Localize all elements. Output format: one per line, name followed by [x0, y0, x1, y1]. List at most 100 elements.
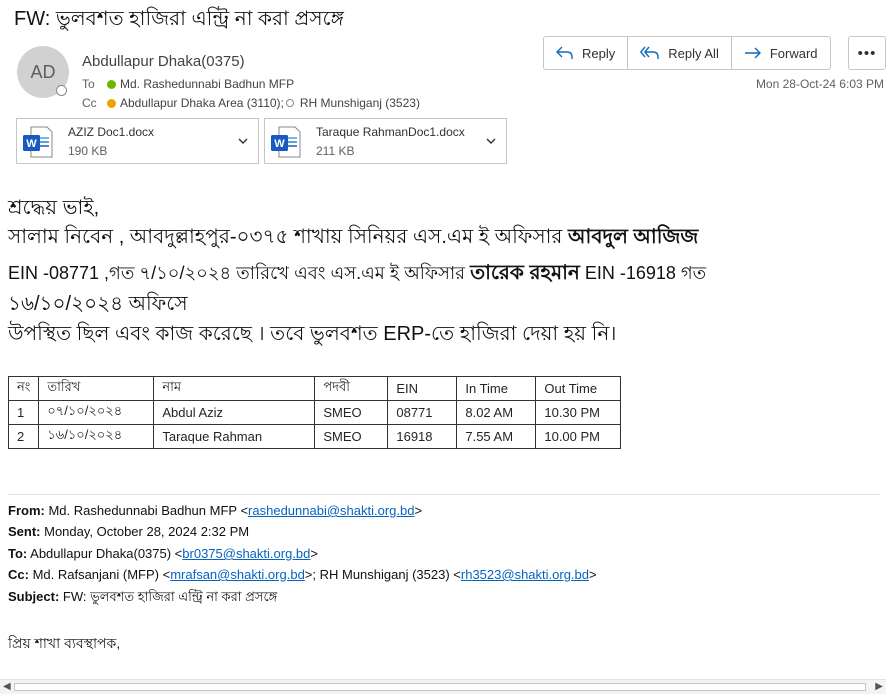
cc-name-2: >; RH Munshiganj (3523) <: [304, 567, 461, 582]
svg-text:W: W: [274, 138, 285, 150]
forward-separator: [8, 494, 880, 495]
avatar-initials: AD: [30, 61, 56, 82]
attendance-table: নং তারিখ নাম পদবী EIN In Time Out Time 1…: [7, 376, 622, 449]
body-line-2-ein: EIN -16918 গত: [579, 263, 707, 283]
table-header-row: নং তারিখ নাম পদবী EIN In Time Out Time: [7, 376, 622, 401]
reply-icon: [556, 46, 573, 59]
chevron-down-icon[interactable]: [237, 135, 249, 147]
from-email-link[interactable]: rashedunnabi@shakti.org.bd: [248, 503, 414, 518]
cc-email-link-2[interactable]: rh3523@shakti.org.bd: [461, 567, 589, 582]
column-header: In Time: [456, 376, 537, 401]
to-label: To: [82, 77, 95, 91]
cc-label-fwd: Cc:: [8, 567, 29, 582]
to-line: To Md. Rashedunnabi Badhun MFP: [82, 77, 294, 91]
table-cell: 08771: [387, 400, 458, 425]
forward-button[interactable]: Forward: [732, 37, 830, 69]
sent-label: Sent:: [8, 524, 41, 539]
column-header: EIN: [387, 376, 458, 401]
column-header: নং: [7, 376, 40, 401]
table-cell: 8.02 AM: [456, 400, 537, 425]
to-email-link[interactable]: br0375@shakti.org.bd: [182, 546, 310, 561]
column-header: তারিখ: [38, 376, 155, 401]
attachment-name: Taraque RahmanDoc1.docx: [316, 125, 465, 139]
attachment-size: 190 KB: [68, 144, 108, 158]
forwarded-from: From: Md. Rashedunnabi Badhun MFP <rashe…: [8, 503, 422, 518]
more-actions-button[interactable]: •••: [848, 36, 886, 70]
table-cell: ১৬/১০/২০২৪: [38, 424, 155, 449]
cc-label: Cc: [82, 96, 97, 110]
table-cell: 2: [7, 424, 40, 449]
cc-close: >: [589, 567, 597, 582]
column-header: নাম: [153, 376, 316, 401]
cc-recipient-1[interactable]: Abdullapur Dhaka Area (3110);: [120, 96, 284, 110]
body-line-1: সালাম নিবেন , আবদুল্লাহপুর-০৩৭৫ শাখায় স…: [8, 222, 698, 255]
body-line-2: EIN -08771 ,গত ৭/১০/২০২৪ তারিখে এবং এস.এ…: [8, 258, 706, 291]
body-line-2-text: EIN -08771 ,গত ৭/১০/২০২৪ তারিখে এবং এস.এ…: [8, 263, 471, 283]
forwarded-sent: Sent: Monday, October 28, 2024 2:32 PM: [8, 524, 249, 539]
attachment-name: AZIZ Doc1.docx: [68, 125, 155, 139]
forwarded-subject: Subject: FW: ভুলবশত হাজিরা এন্ট্রি না কর…: [8, 588, 277, 609]
cc-line: Cc Abdullapur Dhaka Area (3110); RH Muns…: [82, 96, 420, 110]
body-line-1-text: সালাম নিবেন , আবদুল্লাহপুর-০৩৭৫ শাখায় স…: [8, 226, 568, 248]
column-header: পদবী: [314, 376, 389, 401]
sender-name[interactable]: Abdullapur Dhaka(0375): [82, 53, 245, 70]
cc-recipient-2[interactable]: RH Munshiganj (3523): [300, 96, 420, 110]
table-row: 2 ১৬/১০/২০২৪ Taraque Rahman SMEO 16918 7…: [7, 424, 622, 449]
to-label-fwd: To:: [8, 546, 28, 561]
scroll-left-icon[interactable]: ◀: [3, 681, 11, 692]
received-date: Mon 28-Oct-24 6:03 PM: [755, 77, 884, 91]
to-close: >: [310, 546, 318, 561]
email-subject: FW: ভুলবশত হাজিরা এন্ট্রি না করা প্রসঙ্গ…: [14, 8, 344, 30]
cc-email-link-1[interactable]: mrafsan@shakti.org.bd: [170, 567, 305, 582]
forward-label: Forward: [769, 45, 818, 61]
cc-name-1: Md. Rafsanjani (MFP) <: [28, 567, 171, 582]
body-name-aziz: আবদুল আজিজ: [567, 226, 699, 248]
presence-away-icon: [107, 98, 116, 108]
body-line-3: ১৬/১০/২০২৪ অফিসে: [8, 293, 188, 315]
subject-value-fwd: FW: ভুলবশত হাজিরা এন্ট্রি না করা প্রসঙ্গ…: [59, 589, 278, 604]
reply-button[interactable]: Reply: [544, 37, 629, 69]
horizontal-scrollbar[interactable]: ◀ ▶: [0, 679, 886, 694]
attachment-card[interactable]: W AZIZ Doc1.docx 190 KB: [16, 118, 259, 164]
sent-value: Monday, October 28, 2024 2:32 PM: [40, 524, 250, 539]
action-toolbar: Reply Reply All Forward: [543, 36, 831, 70]
body-name-taraque: তারেক রহমান: [470, 262, 580, 284]
table-cell: SMEO: [314, 400, 389, 425]
reply-all-button[interactable]: Reply All: [628, 37, 732, 69]
to-recipient[interactable]: Md. Rashedunnabi Badhun MFP: [120, 77, 294, 91]
table-cell: Abdul Aziz: [153, 400, 316, 425]
body-line-4: উপস্থিত ছিল এবং কাজ করেছে । তবে ভুলবশত E…: [8, 323, 617, 345]
forward-arrow-icon: [744, 47, 761, 59]
column-header: Out Time: [535, 376, 622, 401]
reply-label: Reply: [582, 45, 616, 61]
attachment-card[interactable]: W Taraque RahmanDoc1.docx 211 KB: [264, 118, 507, 164]
scroll-right-icon[interactable]: ▶: [875, 681, 883, 692]
table-row: 1 ০৭/১০/২০২৪ Abdul Aziz SMEO 08771 8.02 …: [7, 400, 622, 425]
attachment-size: 211 KB: [316, 144, 355, 158]
table-cell: 16918: [387, 424, 458, 449]
reply-all-label: Reply All: [668, 45, 719, 61]
forwarded-to: To: Abdullapur Dhaka(0375) <br0375@shakt…: [8, 546, 318, 561]
presence-online-icon: [107, 79, 116, 89]
table-cell: ০৭/১০/২০২৪: [38, 400, 155, 425]
subject-label-fwd: Subject:: [8, 589, 60, 604]
forwarded-cc: Cc: Md. Rafsanjani (MFP) <mrafsan@shakti…: [8, 567, 597, 582]
presence-unknown-icon: [285, 99, 294, 107]
table-cell: Taraque Rahman: [153, 424, 316, 449]
table-cell: 7.55 AM: [456, 424, 537, 449]
svg-text:W: W: [26, 138, 37, 150]
from-name: Md. Rashedunnabi Badhun MFP <: [44, 503, 249, 518]
to-name-fwd: Abdullapur Dhaka(0375) <: [27, 546, 183, 561]
table-cell: 1: [7, 400, 40, 425]
word-doc-icon: W: [23, 126, 53, 158]
presence-status-icon: [56, 85, 67, 96]
table-cell: 10.00 PM: [535, 424, 622, 449]
table-cell: 10.30 PM: [535, 400, 622, 425]
table-cell: SMEO: [314, 424, 389, 449]
from-label: From:: [8, 503, 45, 518]
forwarded-salutation: প্রিয় শাখা ব্যবস্থাপক,: [8, 635, 121, 651]
reply-all-icon: [640, 46, 659, 59]
chevron-down-icon[interactable]: [485, 135, 497, 147]
from-close: >: [414, 503, 423, 518]
scrollbar-thumb[interactable]: [14, 683, 866, 691]
